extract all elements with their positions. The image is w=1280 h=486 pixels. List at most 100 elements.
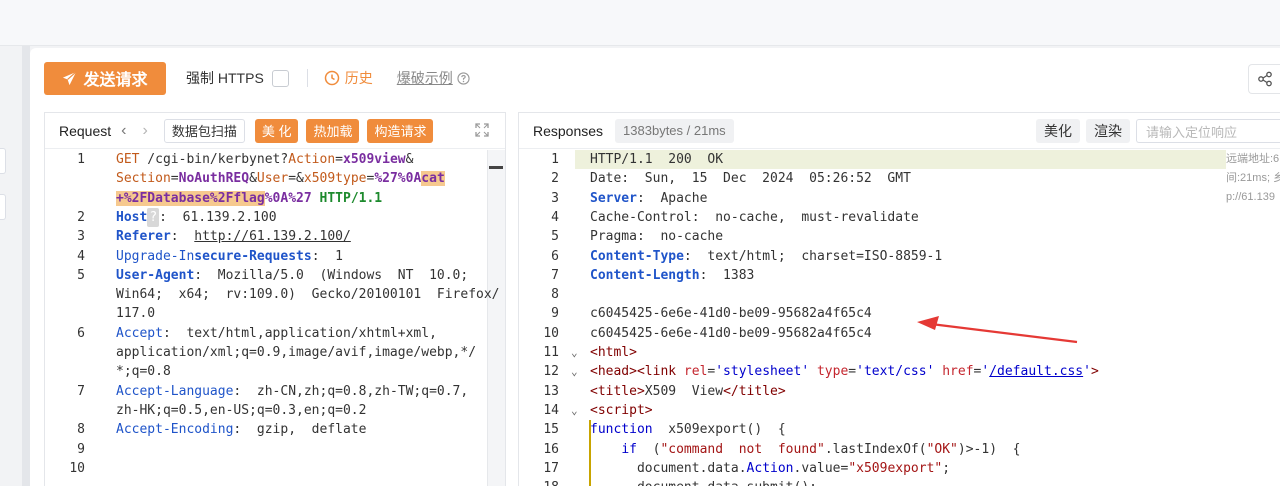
code-token: Server: [590, 190, 637, 206]
paper-plane-icon: [63, 71, 77, 85]
code-text: <html>: [590, 343, 637, 362]
line-number: 18: [519, 478, 559, 486]
line-number: 10: [543, 325, 559, 341]
left-rail: [0, 46, 22, 486]
code-text: 117.0: [116, 304, 155, 323]
code-token: Action: [288, 152, 336, 167]
code-token: </title>: [723, 383, 786, 399]
code-text: Accept-Encoding: gzip, deflate: [116, 420, 366, 439]
fold-toggle-icon[interactable]: ⌄: [571, 343, 578, 362]
code-token: : 61.139.2.100: [159, 209, 277, 225]
brute-force-example-link[interactable]: 爆破示例: [397, 68, 470, 88]
code-token: "OK": [926, 441, 958, 457]
code-token: HTTP/1.1: [311, 190, 383, 206]
request-title: Request: [59, 122, 112, 139]
code-token: +%2FDatabase%2Fflag: [116, 190, 265, 206]
code-token: Host: [116, 209, 148, 225]
code-token: x509view: [343, 152, 406, 167]
force-https-checkbox[interactable]: [271, 69, 289, 87]
send-request-label: 发送请求: [83, 72, 148, 89]
code-line: 6 Accept: text/html,application/xhtml+xml…: [45, 324, 505, 343]
response-header: Responses 1383bytes / 21ms 美化 渲染 请输入定位响应: [519, 113, 1280, 149]
beautify-response-button[interactable]: 美化: [1036, 119, 1080, 143]
code-token: ': [1083, 364, 1091, 380]
code-token: Upgrade-In: [116, 248, 195, 264]
code-text: Server: Apache: [590, 189, 707, 208]
code-token: 'text/css': [856, 364, 935, 380]
code-text: Section=NoAuthREQ&User=&x509type=%27%0Ac…: [116, 169, 445, 188]
code-text: Accept: text/html,application/xhtml+xml,: [116, 324, 437, 343]
code-text: Upgrade-Insecure-Requests: 1: [116, 247, 343, 266]
code-text: Win64; x64; rv:109.0) Gecko/20100101 Fir…: [116, 285, 500, 304]
code-line: application/xml;q=0.9,image/avif,image/w…: [45, 343, 505, 362]
fold-toggle-icon[interactable]: ⌄: [571, 362, 578, 381]
code-token: : Apache: [636, 190, 708, 206]
code-token: application/xml;q=0.9,image/avif,image/w…: [116, 345, 477, 360]
code-line: Win64; x64; rv:109.0) Gecko/20100101 Fir…: [45, 285, 505, 304]
code-text: Pragma: no-cache: [590, 227, 723, 246]
hot-load-button[interactable]: 热加载: [306, 118, 360, 143]
code-token: X509 View: [644, 383, 724, 399]
line-number: 17: [543, 460, 559, 476]
expand-icon[interactable]: [475, 123, 489, 137]
code-text: *;q=0.8: [116, 362, 171, 381]
share-button[interactable]: [1248, 64, 1280, 94]
code-line: 14 ⌄ <script>: [519, 401, 1280, 420]
line-number: 3: [551, 190, 559, 206]
rail-tab[interactable]: [0, 194, 6, 220]
code-line: 3 Server: Apache: [519, 189, 1280, 208]
request-header: Request ‹ › 数据包扫描 美 化 热加载 构造请求: [45, 113, 505, 149]
code-text: application/xml;q=0.9,image/avif,image/w…: [116, 343, 476, 362]
code-token: User-Agent: [116, 267, 195, 283]
code-token: <title>: [590, 383, 645, 399]
request-editor[interactable]: 1 GET /cgi-bin/kerbynet?Action=x509view& S…: [45, 150, 505, 486]
response-editor[interactable]: 远端地址:6 间:21ms; 乡 p://61.139 1 HTTP/1.1 200 …: [519, 150, 1280, 486]
code-text: document.data.submit();: [590, 478, 817, 486]
code-token: : text/html,application/xhtml+xml,: [162, 325, 437, 341]
code-line: 8: [519, 285, 1280, 304]
code-line: Section=NoAuthREQ&User=&x509type=%27%0Ac…: [45, 169, 505, 188]
construct-request-button[interactable]: 构造请求: [367, 118, 434, 143]
line-number: 1: [551, 152, 559, 167]
code-token: Accept-Language: [116, 383, 234, 399]
code-line: 8 Accept-Encoding: gzip, deflate: [45, 420, 505, 439]
code-token: Section: [116, 171, 171, 187]
code-line: 4 Upgrade-Insecure-Requests: 1: [45, 247, 505, 266]
code-token: <script>: [590, 402, 653, 418]
response-search-input[interactable]: 请输入定位响应: [1136, 119, 1280, 143]
code-token: %27%0A: [374, 171, 422, 187]
code-text: HTTP/1.1 200 OK: [590, 150, 723, 169]
code-text: GET /cgi-bin/kerbynet?Action=x509view&: [116, 150, 413, 169]
page-scrollbar[interactable]: [22, 46, 30, 486]
prev-request-arrow-icon[interactable]: ‹: [121, 122, 126, 140]
line-number: 9: [77, 441, 85, 457]
code-token: NoAuthREQ: [178, 171, 250, 187]
code-token: Cache-Control: no-cache, must-revalidate: [590, 209, 919, 225]
render-response-button[interactable]: 渲染: [1086, 119, 1130, 143]
code-token: rel: [683, 364, 708, 380]
code-token: : 1: [311, 248, 343, 264]
code-token: : Mozilla/5.0 (Windows NT 10.0;: [194, 267, 477, 283]
rail-tab[interactable]: [0, 148, 6, 174]
code-token: =: [170, 171, 179, 187]
toolbar: 发送请求 强制 HTTPS 历史 爆破示例: [44, 61, 470, 95]
packet-scan-button[interactable]: 数据包扫描: [163, 118, 245, 143]
line-number: 14: [543, 402, 559, 418]
code-token: "command not found": [660, 441, 825, 457]
next-request-arrow-icon[interactable]: ›: [142, 122, 147, 140]
brute-force-example-label: 爆破示例: [396, 70, 453, 86]
fold-toggle-icon[interactable]: ⌄: [571, 401, 578, 420]
send-request-button[interactable]: 发送请求: [44, 61, 166, 95]
beautify-request-button[interactable]: 美 化: [254, 118, 299, 143]
code-token: cat: [421, 171, 445, 187]
response-title: Responses: [533, 122, 604, 139]
code-token: 'stylesheet': [715, 364, 810, 380]
code-line: 7 Content-Length: 1383: [519, 266, 1280, 285]
history-button[interactable]: 历史: [324, 68, 373, 88]
line-number: 8: [551, 287, 559, 303]
code-line: 2 Date: Sun, 15 Dec 2024 05:26:52 GMT: [519, 169, 1280, 188]
line-number: 7: [551, 267, 559, 283]
line-number: 15: [543, 422, 559, 438]
code-token: 117.0: [116, 306, 156, 322]
